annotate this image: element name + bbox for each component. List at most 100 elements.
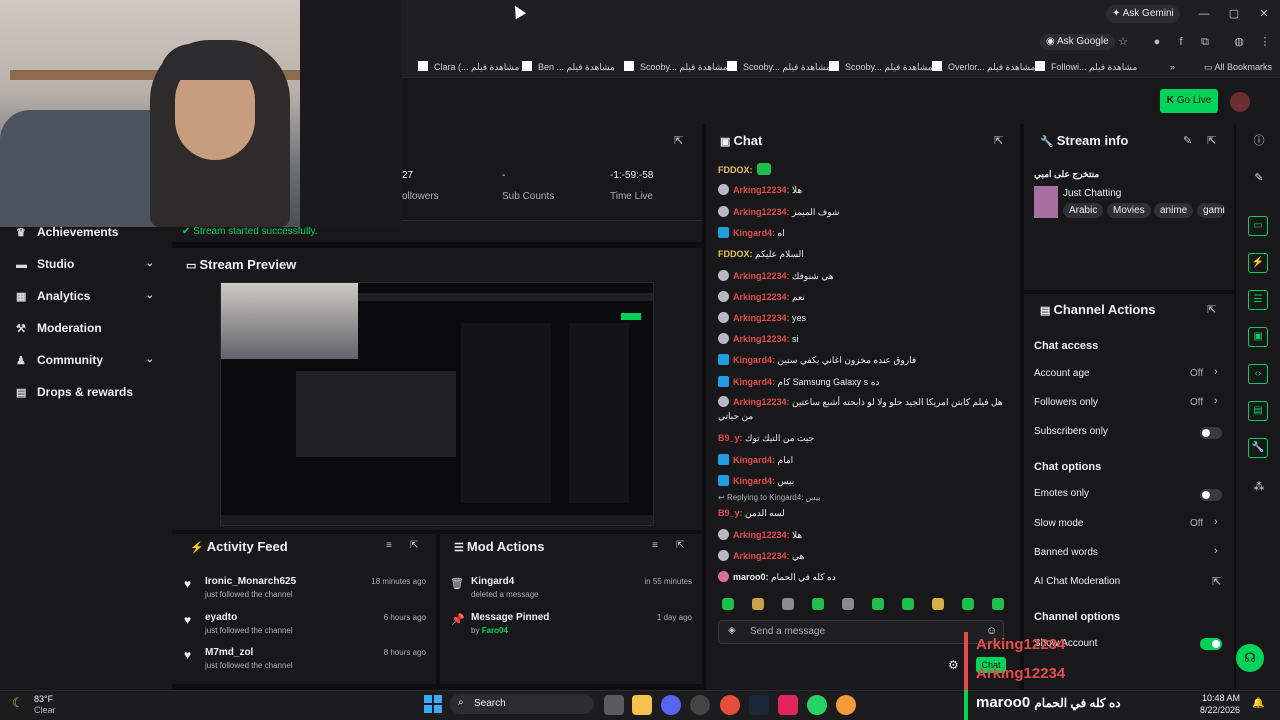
chat-username[interactable]: Kingard4: <box>733 476 775 486</box>
chat-username[interactable]: Kingard4: <box>733 377 775 387</box>
category-name[interactable]: Just Chatting <box>1063 188 1121 199</box>
filter-icon[interactable]: ≡ <box>652 540 658 551</box>
edit-pencil-icon[interactable]: ✎ <box>1183 134 1192 147</box>
chevron-right-icon[interactable]: › <box>1214 545 1218 557</box>
extensions-icon[interactable]: ⧉ <box>1198 35 1212 49</box>
rail-list-icon[interactable]: ☰ <box>1248 290 1268 310</box>
chat-message[interactable]: Arking12234: si <box>718 331 1008 347</box>
close-icon[interactable]: ✕ <box>1256 6 1272 22</box>
emote-picker-icon[interactable] <box>992 598 1004 610</box>
rail-video-icon[interactable]: ▭ <box>1248 216 1268 236</box>
follower-name[interactable]: M7md_zol <box>205 647 253 658</box>
chat-username[interactable]: Arking12234: <box>733 185 790 195</box>
rail-chat-icon[interactable]: ▣ <box>1248 327 1268 347</box>
ai-moderation-label[interactable]: AI Chat Moderation <box>1034 576 1120 587</box>
clock-time[interactable]: 10:48 AM <box>1192 693 1240 703</box>
follower-name[interactable]: eyadto <box>205 612 237 623</box>
popout-icon[interactable]: ⇱ <box>674 134 683 147</box>
chat-username[interactable]: Arking12234: <box>733 397 790 407</box>
stream-tag[interactable]: anime <box>1154 203 1194 218</box>
bookmark-item[interactable]: Scooby... مشاهدة فيلم <box>727 60 831 74</box>
popout-icon[interactable]: ⇱ <box>1207 303 1216 316</box>
emote-picker-icon[interactable] <box>902 598 914 610</box>
emote-picker-icon[interactable] <box>752 598 764 610</box>
tiktok-icon[interactable] <box>778 695 798 715</box>
profile-icon[interactable]: ◍ <box>1232 35 1246 49</box>
chat-message[interactable]: Arking12234: هلا <box>718 182 1008 198</box>
task-view-icon[interactable] <box>604 695 624 715</box>
ask-google-button[interactable]: ◉ Ask Google <box>1040 34 1115 50</box>
external-link-icon[interactable]: ⇱ <box>1212 575 1221 588</box>
chat-message[interactable]: maroo0: ده كله في الحمام <box>718 569 1008 585</box>
stream-tag[interactable]: Movies <box>1107 203 1151 218</box>
stream-preview-video[interactable] <box>220 282 654 526</box>
bookmark-item[interactable]: Scooby... مشاهدة فيلم <box>829 60 933 74</box>
chat-message[interactable]: Kingard4: امام <box>718 452 1008 468</box>
chat-message[interactable]: FDDOX: <box>718 162 1008 178</box>
follower-name[interactable]: Ironic_Monarch625 <box>205 576 296 587</box>
notification-bell-icon[interactable]: 🔔 <box>1252 698 1264 709</box>
bookmark-item[interactable]: Scooby... مشاهدة فيلم <box>624 60 728 74</box>
rail-bolt-icon[interactable]: ⚡ <box>1248 253 1268 273</box>
chat-message[interactable]: B9_y: جيت من التيك توك <box>718 430 1008 446</box>
stream-tag[interactable]: Arabic <box>1063 203 1104 218</box>
stream-tag[interactable]: gami <box>1197 203 1225 218</box>
followers-only-value[interactable]: Off <box>1190 397 1203 408</box>
show-account-toggle[interactable] <box>1200 638 1222 650</box>
share-icon[interactable]: ⁂ <box>1252 480 1266 494</box>
emote-picker-icon[interactable] <box>962 598 974 610</box>
all-bookmarks[interactable]: ▭ All Bookmarks <box>1204 60 1272 74</box>
chevron-right-icon[interactable]: › <box>1214 395 1218 407</box>
chat-message[interactable]: FDDOX: السلام عليكم <box>718 246 1008 262</box>
chat-message[interactable]: Kingard4: اه <box>718 225 1008 241</box>
taskbar-search[interactable] <box>450 694 594 714</box>
emote-picker-icon[interactable] <box>722 598 734 610</box>
sidebar-item-moderation[interactable]: ⚒ Moderation <box>16 318 156 338</box>
bookmarks-overflow-icon[interactable]: » <box>1170 60 1175 74</box>
chat-username[interactable]: Arking12234: <box>733 530 790 540</box>
chat-username[interactable]: Arking12234: <box>733 313 790 323</box>
github-icon[interactable] <box>690 695 710 715</box>
emote-picker-icon[interactable] <box>812 598 824 610</box>
extension-font-icon[interactable]: f <box>1174 35 1188 49</box>
mod-action-user[interactable]: Kingard4 <box>471 576 514 587</box>
avatar[interactable] <box>1230 92 1250 112</box>
emote-picker-icon[interactable] <box>782 598 794 610</box>
windows-start-icon[interactable] <box>424 695 442 713</box>
weather-desc[interactable]: Clear <box>34 705 56 715</box>
chat-username[interactable]: B9_y: <box>718 433 743 443</box>
settings-gear-icon[interactable]: ⚙ <box>948 658 959 672</box>
chat-username[interactable]: Arking12234: <box>733 271 790 281</box>
filter-icon[interactable]: ≡ <box>386 540 392 551</box>
extension-record-icon[interactable]: ● <box>1150 35 1164 49</box>
chrome-icon[interactable] <box>720 695 740 715</box>
sidebar-item-drops[interactable]: ▤ Drops & rewards <box>16 382 156 402</box>
chat-username[interactable]: Kingard4: <box>733 228 775 238</box>
pencil-icon[interactable]: ✎ <box>1252 171 1266 185</box>
chat-message[interactable]: Kingard4: بيس <box>718 473 1008 489</box>
chat-username[interactable]: FDDOX: <box>718 249 753 259</box>
subscribers-only-toggle[interactable] <box>1200 427 1222 439</box>
bookmark-item[interactable]: Followi... مشاهدة فيلم <box>1035 60 1137 74</box>
chat-username[interactable]: Arking12234: <box>733 207 790 217</box>
slow-mode-value[interactable]: Off <box>1190 518 1203 529</box>
sidebar-item-analytics[interactable]: ▦ Analytics ⌄ <box>16 286 156 306</box>
chat-message[interactable]: Arking12234: شوف الميمز <box>718 204 1008 220</box>
maximize-icon[interactable]: ▢ <box>1226 6 1242 22</box>
chat-username[interactable]: Kingard4: <box>733 455 775 465</box>
chat-message[interactable]: Arking12234: هي شنوفك <box>718 268 1008 284</box>
sidebar-item-studio[interactable]: ▬ Studio ⌄ <box>16 254 156 274</box>
chat-username[interactable]: Arking12234: <box>733 551 790 561</box>
menu-icon[interactable]: ⋮ <box>1258 35 1272 49</box>
chat-message[interactable]: Arking12234: هل فيلم كابتن امريكا الجيد … <box>718 395 1008 425</box>
chat-username[interactable]: Arking12234: <box>733 292 790 302</box>
rail-code-icon[interactable]: ‹› <box>1248 364 1268 384</box>
chevron-right-icon[interactable]: › <box>1214 516 1218 528</box>
chat-message[interactable]: Arking12234: هلا <box>718 527 1008 543</box>
rail-server-icon[interactable]: ▤ <box>1248 401 1268 421</box>
chat-username[interactable]: Kingard4: <box>733 355 775 365</box>
weather-moon-icon[interactable]: ☾ <box>12 695 24 711</box>
sidebar-item-community[interactable]: ♟ Community ⌄ <box>16 350 156 370</box>
steam-icon[interactable] <box>749 695 769 715</box>
chat-message[interactable]: Kingard4: كام Samsung Galaxy s ده <box>718 374 1008 390</box>
